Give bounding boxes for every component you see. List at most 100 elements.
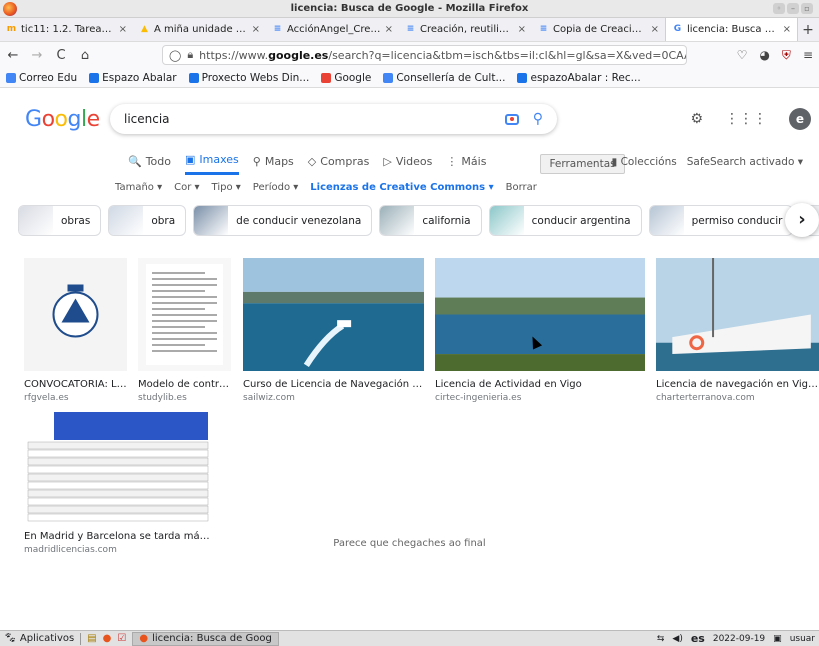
bookmark-item[interactable]: Proxecto Webs Din... [188,72,309,84]
image-result-card[interactable]: CONVOCATORIA: Licenci... rfgvela.es [24,258,127,403]
chip-thumbnail [194,206,229,235]
network-icon[interactable]: ⇆ [657,634,665,644]
result-thumbnail[interactable] [24,258,127,374]
result-caption[interactable]: Curso de Licencia de Navegación en Vigo [243,379,424,390]
ublock-icon[interactable]: ⛨ [782,48,791,63]
tab-máis[interactable]: ⋮ Máis [446,155,486,174]
tab-close-icon[interactable]: × [385,24,393,35]
image-result-card[interactable]: Licencia de navegación en Vigo - CHARTE.… [656,258,819,403]
browser-tab[interactable]: ≡ Creación, reutilización × [399,18,532,41]
browser-tab[interactable]: ≡ AcciónAngel_Creación × [266,18,399,41]
volume-icon[interactable]: ◀) [672,634,682,644]
url-bar[interactable]: ◯ 🔒︎ https://www.google.es/search?q=lice… [162,45,687,65]
browser-tab[interactable]: m tic11: 1.2. Tarea: Edici × [0,18,133,41]
back-icon[interactable]: ← [6,48,20,63]
chevron-right-icon[interactable]: › [785,203,819,237]
browser-tab[interactable]: ▲ A miña unidade (Goog × [133,18,266,41]
menu-icon[interactable]: ≡ [803,48,813,63]
bay-image[interactable] [435,258,645,371]
user-icon[interactable]: ▣ [773,634,782,644]
related-chip[interactable]: obras [18,205,102,236]
tab-compras[interactable]: ◇ Compras [308,155,370,174]
related-chip[interactable]: de conducir venezolana [193,205,373,236]
keyboard-lang[interactable]: es [691,632,705,645]
new-tab-button[interactable]: + [798,18,818,41]
result-thumbnail[interactable] [656,258,819,374]
clock-date[interactable]: 2022-09-19 [713,634,765,644]
forward-icon[interactable]: → [30,48,44,63]
collections-link[interactable]: ▮ Coleccións [611,156,676,168]
result-thumbnail[interactable] [138,258,231,374]
bookmark-item[interactable]: Correo Edu [6,72,77,84]
search-icon[interactable]: ⚲ [533,111,543,127]
editor-icon[interactable]: ☑ [117,633,126,644]
result-caption[interactable]: Licencia de Actividad en Vigo [435,379,645,390]
window-minimize-button[interactable]: – [787,3,799,14]
filter-dropdown[interactable]: Cor ▾ [174,182,199,193]
result-thumbnail[interactable] [435,258,645,374]
bookmark-item[interactable]: Espazo Abalar [89,72,177,84]
doc-image[interactable] [138,258,231,371]
bookmark-item[interactable]: espazoAbalar : Rec... [517,72,641,84]
settings-gear-icon[interactable]: ⚙ [690,111,703,127]
boat-image[interactable] [243,258,424,371]
safesearch-link[interactable]: SafeSearch activado ▾ [687,156,803,168]
user-name[interactable]: usuar [790,634,815,644]
result-thumbnail[interactable] [243,258,424,374]
avatar[interactable]: e [789,108,811,130]
image-result-card[interactable]: Modelo de contrato de ... studylib.es [138,258,231,403]
camera-search-icon[interactable] [504,113,519,125]
filter-dropdown[interactable]: Licenzas de Creative Commons ▾ [310,182,493,193]
image-result-card[interactable]: Curso de Licencia de Navegación en Vigo s… [243,258,424,403]
search-box[interactable]: licencia ⚲ [110,104,557,134]
related-chip[interactable]: california [379,205,482,236]
logo-image[interactable] [24,258,127,371]
bookmark-label: Correo Edu [19,71,78,84]
tab-close-icon[interactable]: × [651,24,659,35]
file-manager-icon[interactable]: ▤ [87,633,96,644]
extension-icon[interactable]: ◕ [759,48,769,63]
filter-dropdown[interactable]: Borrar [506,182,537,193]
bookmark-item[interactable]: Google [321,72,371,84]
apps-grid-icon[interactable]: ⋮⋮⋮ [725,111,767,127]
browser-tab[interactable]: ≡ Copia de Creación, re × [532,18,665,41]
bookmark-icon: ▮ [611,156,621,168]
pocket-icon[interactable]: ♡ [737,48,748,63]
filter-dropdown[interactable]: Tamaño ▾ [115,182,162,193]
tab-close-icon[interactable]: × [119,24,127,35]
firefox-launcher-icon[interactable]: ● [103,633,112,644]
tab-videos[interactable]: ▷ Videos [383,155,432,174]
tab-imaxes[interactable]: ▣ Imaxes [185,153,239,175]
tab-close-icon[interactable]: × [783,24,791,35]
table-image[interactable] [24,410,214,523]
result-caption[interactable]: CONVOCATORIA: Licenci... [24,379,127,390]
tracking-shield-icon[interactable]: ◯ [169,49,181,62]
filter-dropdown[interactable]: Tipo ▾ [212,182,241,193]
lock-icon[interactable]: 🔒︎ [187,48,193,62]
taskbar-window-firefox[interactable]: ● licencia: Busca de Goog [132,631,279,646]
tab-todo[interactable]: 🔍 Todo [128,155,171,174]
tab-close-icon[interactable]: × [518,24,526,35]
home-icon[interactable]: ⌂ [78,48,92,63]
image-result-card[interactable]: En Madrid y Barcelona se tarda más en co… [24,410,214,555]
window-close-button[interactable]: ▫ [801,3,813,14]
apps-menu[interactable]: 🐾︎ Aplicativos [4,633,74,644]
window-shade-button[interactable]: ◦ [773,3,785,14]
tab-close-icon[interactable]: × [252,24,260,35]
browser-tab[interactable]: Glicencia: Busca de Goo × [665,18,798,41]
related-chip[interactable]: permiso conducir [648,205,794,236]
filter-dropdown[interactable]: Período ▾ [253,182,299,193]
chip-label: de conducir venezolana [236,214,362,227]
image-result-card[interactable]: Licencia de Actividad en Vigo cirtec-inge… [435,258,645,403]
related-chip[interactable]: conducir argentina [488,205,642,236]
result-caption[interactable]: Modelo de contrato de ... [138,379,231,390]
reload-icon[interactable]: C [54,48,68,63]
tab-maps[interactable]: ⚲ Maps [253,155,294,174]
search-input[interactable]: licencia [124,112,505,126]
result-thumbnail[interactable] [24,410,214,526]
catamaran-image[interactable] [656,258,819,371]
bookmark-item[interactable]: Consellería de Cult... [383,72,505,84]
related-chip[interactable]: obra [108,205,187,236]
google-logo[interactable]: Google [25,107,100,132]
result-caption[interactable]: Licencia de navegación en Vigo - CHARTE.… [656,379,819,390]
